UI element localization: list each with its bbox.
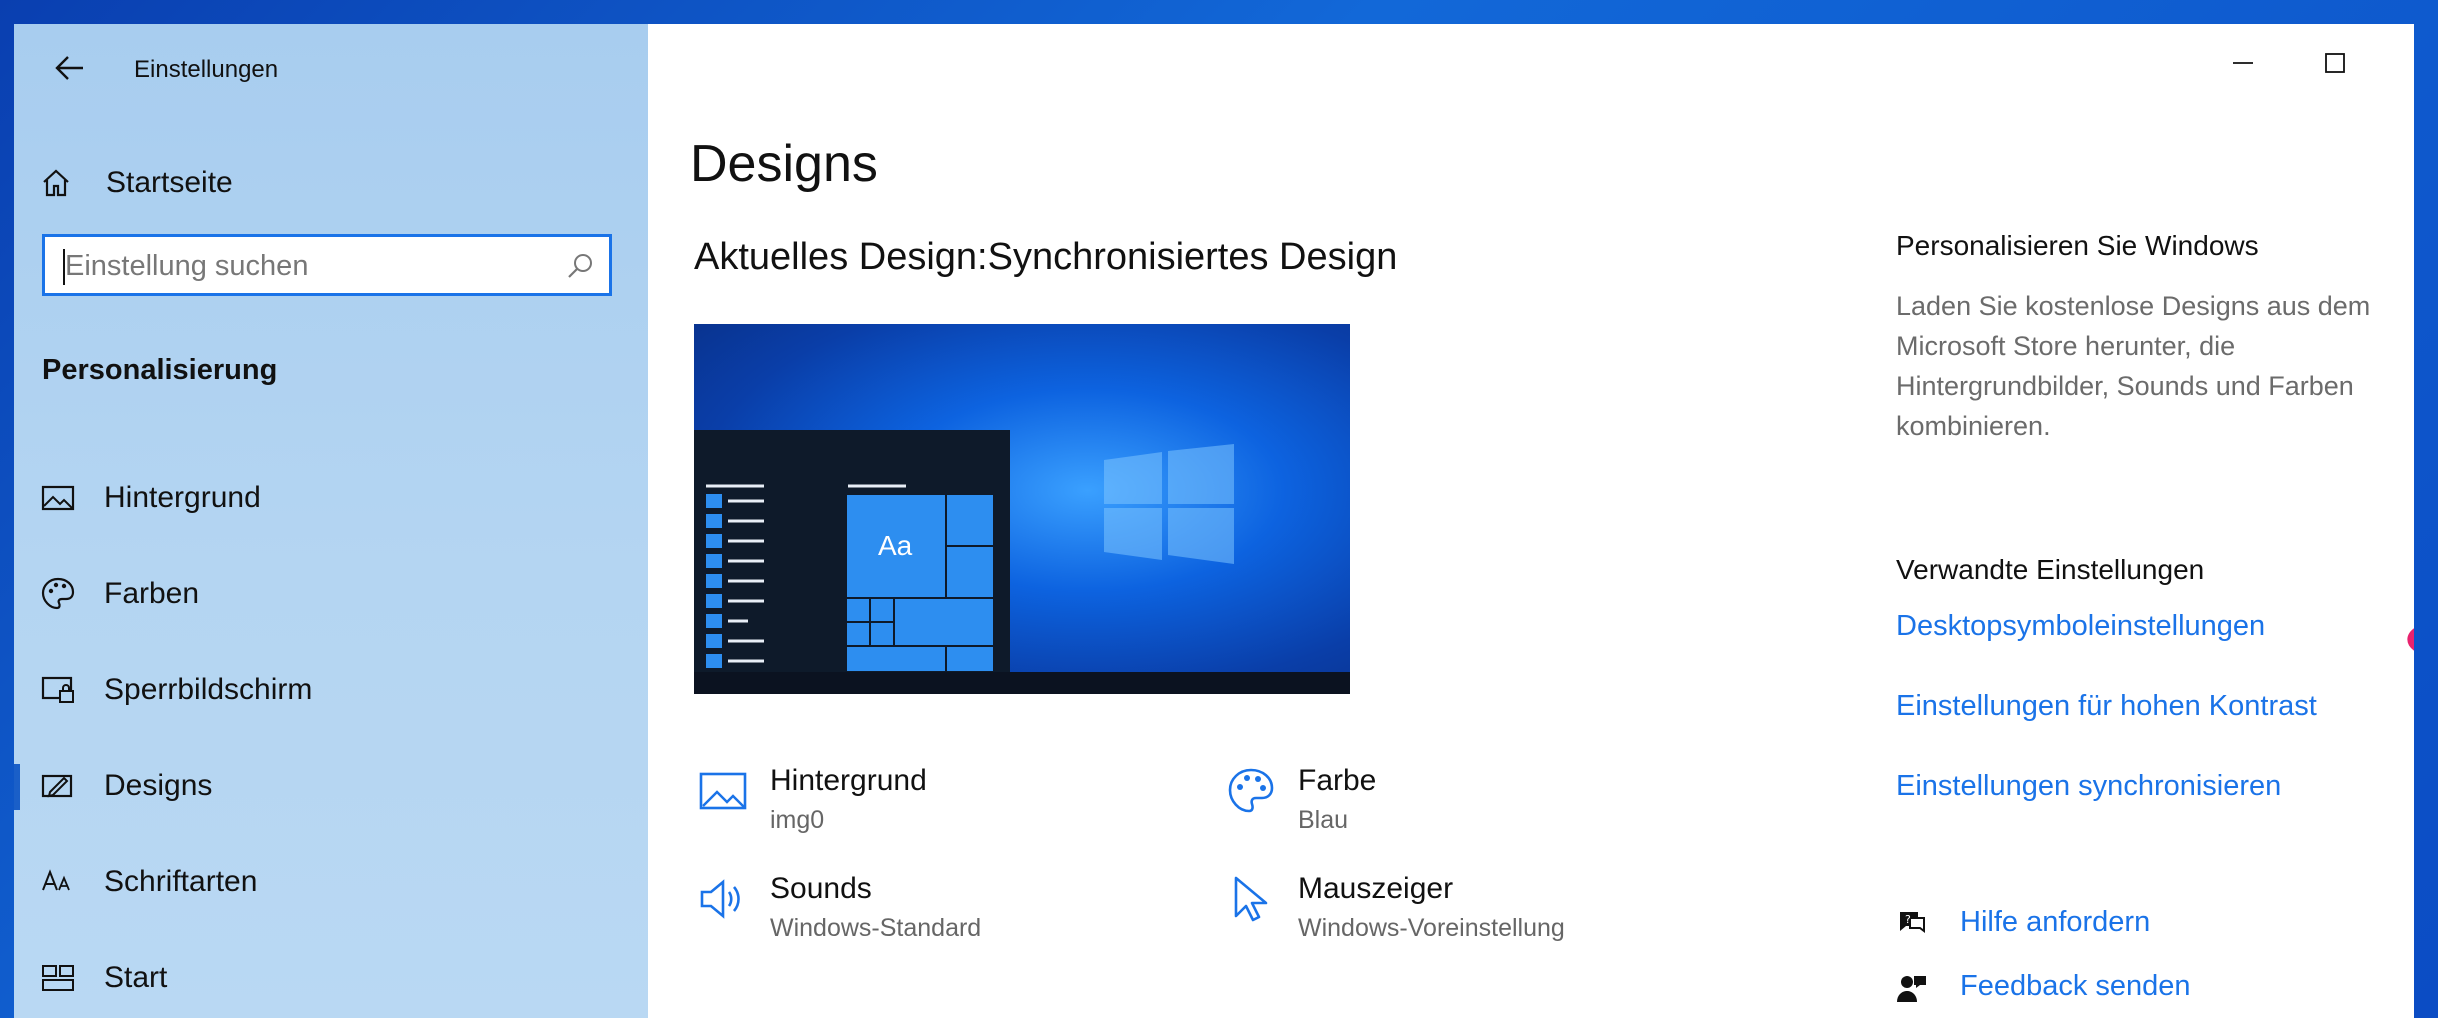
help-link[interactable]: ? Hilfe anfordern [1896,904,2296,944]
sidebar-item-label: Farben [104,577,200,610]
lock-screen-icon [41,676,74,703]
sidebar-item-start[interactable]: Start [14,938,648,1018]
main-content: Designs Aktuelles Design:Synchronisierte… [648,24,2414,1018]
link-sync-settings[interactable]: Einstellungen synchronisieren [1896,770,2281,803]
help-label: Hilfe anfordern [1960,906,2151,938]
property-value: Windows-Standard [770,914,982,942]
feedback-link[interactable]: Feedback senden [1896,968,2296,1008]
preview-tile-text: Aa [878,530,913,561]
image-icon [699,772,747,810]
current-design-line: Aktuelles Design:Synchronisiertes Design [694,236,1397,279]
minimize-icon [2233,62,2253,64]
start-menu-preview: Aa [694,430,1010,673]
close-button[interactable] [2382,38,2414,88]
palette-icon [41,577,75,610]
property-value: Windows-Voreinstellung [1298,914,1565,942]
sidebar-item-schriftarten[interactable]: Schriftarten [14,842,648,922]
back-arrow-icon [55,56,83,80]
related-settings-heading: Verwandte Einstellungen [1896,554,2205,585]
help-icon: ? [1900,912,1925,933]
property-value: Blau [1298,806,1349,834]
feedback-label: Feedback senden [1960,970,2191,1002]
section-heading: Personalisierung [42,354,278,386]
active-indicator [14,764,20,810]
search-input[interactable] [65,245,545,287]
sidebar-item-label: Schriftarten [104,865,258,898]
sidebar-item-label: Hintergrund [104,481,261,514]
app-title: Einstellungen [134,56,279,83]
property-title: Sounds [770,872,872,905]
start-icon [42,965,74,991]
personalize-text: Laden Sie kostenlose Designs aus dem Mic… [1896,291,2371,441]
text-caret [63,249,65,285]
palette-icon [1228,768,1274,813]
back-button[interactable] [38,40,102,96]
sidebar-item-designs[interactable]: Designs [14,746,648,826]
settings-window: Einstellungen Startseite Personalisierun… [14,24,2414,1018]
speaker-icon [700,879,740,919]
home-label: Startseite [106,166,233,199]
maximize-icon [2325,53,2345,73]
property-title: Hintergrund [770,764,927,797]
search-box[interactable] [42,234,612,296]
design-preview: Aa [694,324,1350,694]
home-icon [43,169,69,197]
image-icon [41,485,75,511]
taskbar-preview [694,672,1350,694]
property-value: img0 [770,806,825,834]
maximize-button[interactable] [2290,38,2380,88]
personalize-heading: Personalisieren Sie Windows [1896,230,2259,261]
current-design-value: Synchronisiertes Design [987,236,1398,278]
designs-icon [41,774,73,798]
page-title: Designs [690,135,878,193]
link-high-contrast-settings[interactable]: Einstellungen für hohen Kontrast [1896,690,2317,723]
feedback-icon [1897,976,1926,1002]
sidebar: Einstellungen Startseite Personalisierun… [14,24,648,1018]
search-icon[interactable] [565,251,595,281]
property-title: Farbe [1298,764,1377,797]
current-design-label: Aktuelles Design: [694,236,988,278]
minimize-button[interactable] [2198,38,2288,88]
sidebar-item-farben[interactable]: Farben [14,554,648,634]
sidebar-item-sperrbildschirm[interactable]: Sperrbildschirm [14,650,648,730]
sidebar-item-label: Start [104,961,168,994]
home-nav-item[interactable]: Startseite [40,158,233,208]
start-menu-graphic [706,484,995,673]
link-desktop-icon-settings[interactable]: Desktopsymboleinstellungen [1896,610,2265,643]
sidebar-item-label: Sperrbildschirm [104,673,313,706]
fonts-icon [42,869,70,891]
windows-logo-icon [1104,444,1234,564]
cursor-icon [1234,876,1268,922]
pink-annotation-circle [2407,628,2414,651]
svg-text:?: ? [1905,913,1911,926]
sidebar-item-label: Designs [104,769,213,802]
sidebar-item-hintergrund[interactable]: Hintergrund [14,458,648,538]
property-title: Mauszeiger [1298,872,1454,905]
